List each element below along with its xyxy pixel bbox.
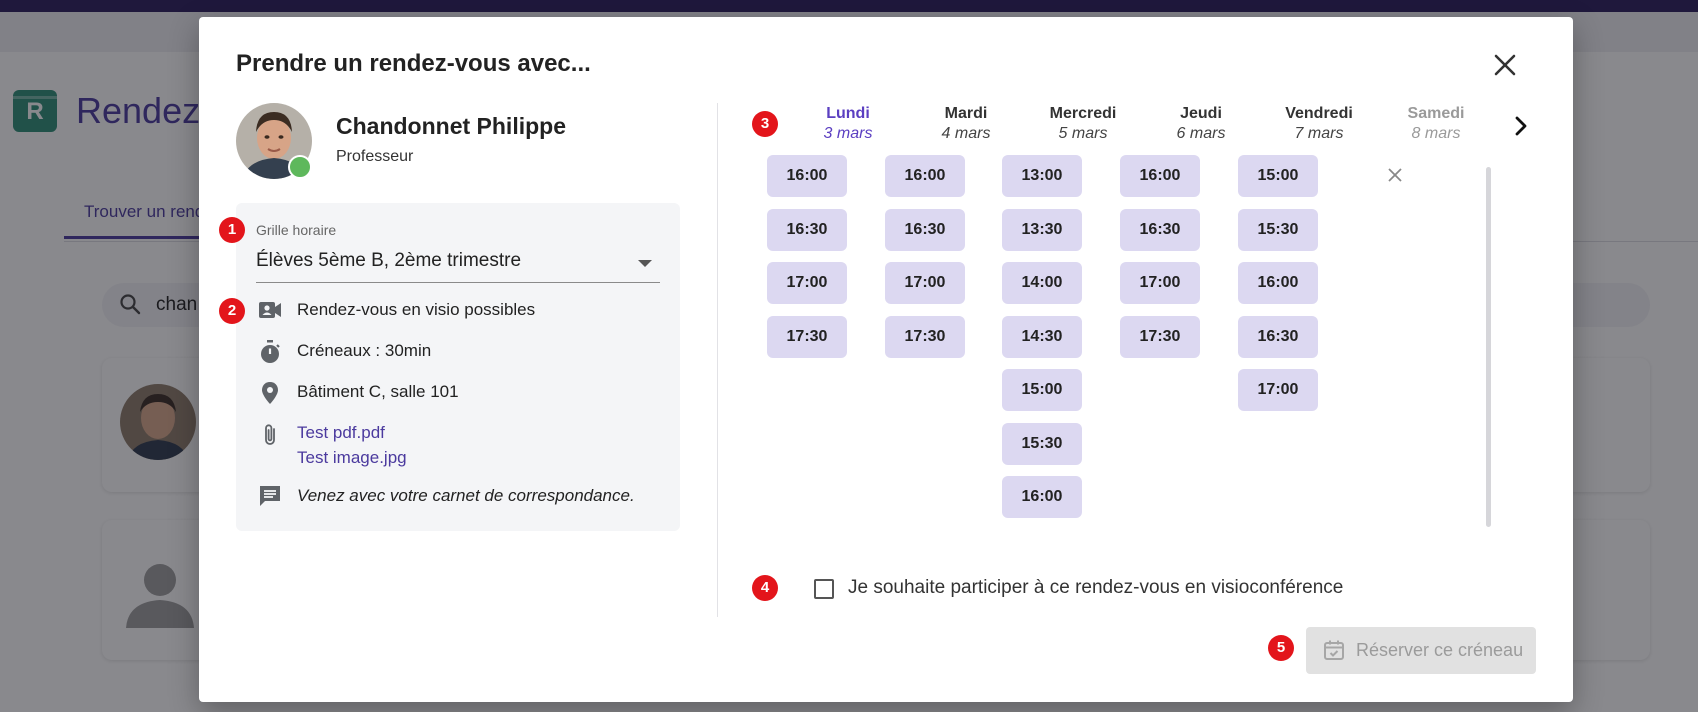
comment-icon [260,486,280,506]
slot-duration-info: Créneaux : 30min [297,341,432,360]
online-status-indicator [288,155,312,179]
time-slot-button[interactable]: 17:00 [885,262,965,304]
close-icon[interactable] [1489,49,1521,81]
paperclip-icon [265,424,275,445]
time-slot-button[interactable]: 15:30 [1002,422,1082,465]
day-name: Mardi [944,105,988,122]
time-slot-button[interactable]: 16:00 [885,155,965,197]
time-slot-button[interactable]: 17:30 [885,315,965,358]
time-slot-button[interactable]: 16:00 [1002,476,1082,518]
time-slot-button[interactable]: 17:30 [767,315,847,358]
day-name: Vendredi [1285,105,1353,122]
time-slot-grid: 16:00 16:30 17:00 17:30 16:00 16:30 17:00 17:30… [767,155,1467,570]
time-slot-button[interactable]: 16:30 [885,208,965,251]
day-header-mardi[interactable]: Mardi 4 mars [916,105,1016,143]
day-date: 3 mars [823,125,873,142]
visio-info: Rendez-vous en visio possibles [297,300,536,319]
time-slot-button[interactable]: 16:00 [1238,262,1318,304]
day-date: 7 mars [1294,125,1344,142]
time-slot-button[interactable]: 14:30 [1002,315,1082,358]
time-slot-button[interactable]: 16:00 [1120,155,1200,197]
visio-checkbox[interactable] [814,579,834,599]
day-name: Mercredi [1049,105,1117,122]
timer-icon [261,340,280,363]
annotation-badge: 1 [219,217,245,243]
chevron-right-icon[interactable] [1506,111,1536,141]
appointment-note: Venez avec votre carnet de correspondanc… [297,486,635,505]
time-slot-button[interactable]: 15:00 [1238,155,1318,197]
scrollbar[interactable] [1486,167,1491,527]
teacher-name: Chandonnet Philippe [336,113,566,139]
time-slot-button[interactable]: 15:00 [1002,369,1082,411]
video-camera-icon [259,302,281,318]
schedule-label: Grille horaire [256,222,337,238]
schedule-select[interactable]: Élèves 5ème B, 2ème trimestre [256,243,660,283]
day-date: 6 mars [1176,125,1226,142]
schedule-value: Élèves 5ème B, 2ème trimestre [256,250,522,271]
calendar-check-icon [1324,640,1344,660]
time-slot-button[interactable]: 16:30 [767,208,847,251]
day-name: Samedi [1407,105,1465,122]
day-date: 8 mars [1411,125,1461,142]
time-slot-button[interactable]: 13:00 [1002,155,1082,197]
annotation-badge: 4 [752,575,778,601]
vertical-divider [717,103,718,617]
day-date: 5 mars [1058,125,1108,142]
day-header-mercredi[interactable]: Mercredi 5 mars [1033,105,1133,143]
annotation-badge: 5 [1268,635,1294,661]
location-info: Bâtiment C, salle 101 [297,382,459,401]
annotation-badge: 3 [752,111,778,137]
chevron-down-icon [638,260,652,267]
time-slot-button[interactable]: 17:30 [1120,315,1200,358]
time-slot-button[interactable]: 13:30 [1002,208,1082,251]
time-slot-button[interactable]: 16:30 [1120,208,1200,251]
day-header-lundi[interactable]: Lundi 3 mars [798,105,898,143]
reserve-slot-button[interactable]: Réserver ce créneau [1306,627,1536,674]
teacher-role: Professeur [336,148,414,165]
annotation-badge: 2 [219,298,245,324]
attachment-link[interactable]: Test image.jpg [297,448,407,468]
time-slot-button[interactable]: 17:00 [767,262,847,304]
time-slot-button[interactable]: 16:30 [1238,315,1318,358]
time-slot-button[interactable]: 15:30 [1238,208,1318,251]
no-slots-icon [1388,168,1402,182]
location-pin-icon [262,382,278,404]
day-header-samedi: Samedi 8 mars [1386,105,1486,143]
day-name: Jeudi [1180,105,1222,122]
time-slot-button[interactable]: 16:00 [767,155,847,197]
attachment-link[interactable]: Test pdf.pdf [297,423,385,443]
reserve-slot-label: Réserver ce créneau [1356,640,1524,660]
time-slot-button[interactable]: 17:00 [1120,262,1200,304]
visio-checkbox-label[interactable]: Je souhaite participer à ce rendez-vous … [848,577,1343,599]
dialog-title: Prendre un rendez-vous avec... [236,50,591,77]
time-slot-button[interactable]: 17:00 [1238,369,1318,411]
day-name: Lundi [826,105,870,122]
day-header-vendredi[interactable]: Vendredi 7 mars [1269,105,1369,143]
time-slot-button[interactable]: 14:00 [1002,262,1082,304]
day-date: 4 mars [941,125,991,142]
appointment-dialog: Prendre un rendez-vous avec... Chandonne… [199,17,1573,702]
day-header-jeudi[interactable]: Jeudi 6 mars [1151,105,1251,143]
